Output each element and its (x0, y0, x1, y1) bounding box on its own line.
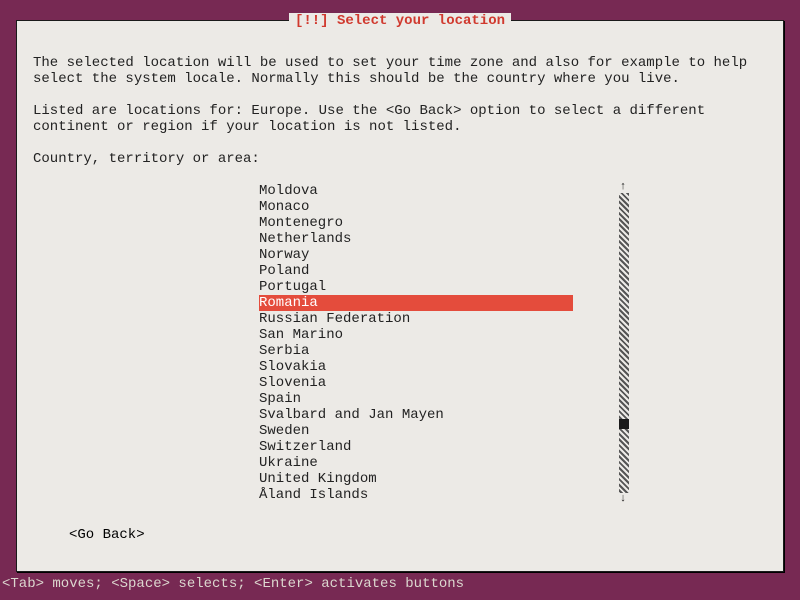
list-item[interactable]: Norway (259, 247, 573, 263)
country-list[interactable]: MoldovaMonacoMontenegroNetherlandsNorway… (259, 183, 573, 503)
dialog-content: The selected location will be used to se… (17, 21, 783, 503)
list-item[interactable]: Spain (259, 391, 573, 407)
description-para-2: Listed are locations for: Europe. Use th… (33, 103, 767, 135)
list-item[interactable]: Poland (259, 263, 573, 279)
scrollbar-thumb[interactable] (619, 419, 629, 429)
list-item[interactable]: Montenegro (259, 215, 573, 231)
list-item[interactable]: Slovenia (259, 375, 573, 391)
list-item[interactable]: Switzerland (259, 439, 573, 455)
go-back-button[interactable]: <Go Back> (69, 527, 145, 543)
list-item[interactable]: Moldova (259, 183, 573, 199)
list-item[interactable]: Serbia (259, 343, 573, 359)
list-item[interactable]: Romania (259, 295, 573, 311)
list-item[interactable]: Sweden (259, 423, 573, 439)
list-item[interactable]: Russian Federation (259, 311, 573, 327)
list-item[interactable]: Svalbard and Jan Mayen (259, 407, 573, 423)
installer-dialog: [!!] Select your location The selected l… (16, 20, 784, 572)
scroll-up-icon[interactable]: ↑ (617, 181, 629, 193)
list-item[interactable]: Portugal (259, 279, 573, 295)
list-item[interactable]: United Kingdom (259, 471, 573, 487)
list-item[interactable]: Åland Islands (259, 487, 573, 503)
list-item[interactable]: Ukraine (259, 455, 573, 471)
description-para-1: The selected location will be used to se… (33, 55, 767, 87)
list-item[interactable]: Slovakia (259, 359, 573, 375)
selection-prompt: Country, territory or area: (33, 151, 767, 167)
scrollbar-track[interactable] (619, 183, 629, 503)
list-item[interactable]: Monaco (259, 199, 573, 215)
status-bar: <Tab> moves; <Space> selects; <Enter> ac… (0, 576, 464, 592)
list-item[interactable]: San Marino (259, 327, 573, 343)
country-list-zone: MoldovaMonacoMontenegroNetherlandsNorway… (259, 183, 629, 503)
list-item[interactable]: Netherlands (259, 231, 573, 247)
scroll-down-icon[interactable]: ↓ (617, 493, 629, 505)
